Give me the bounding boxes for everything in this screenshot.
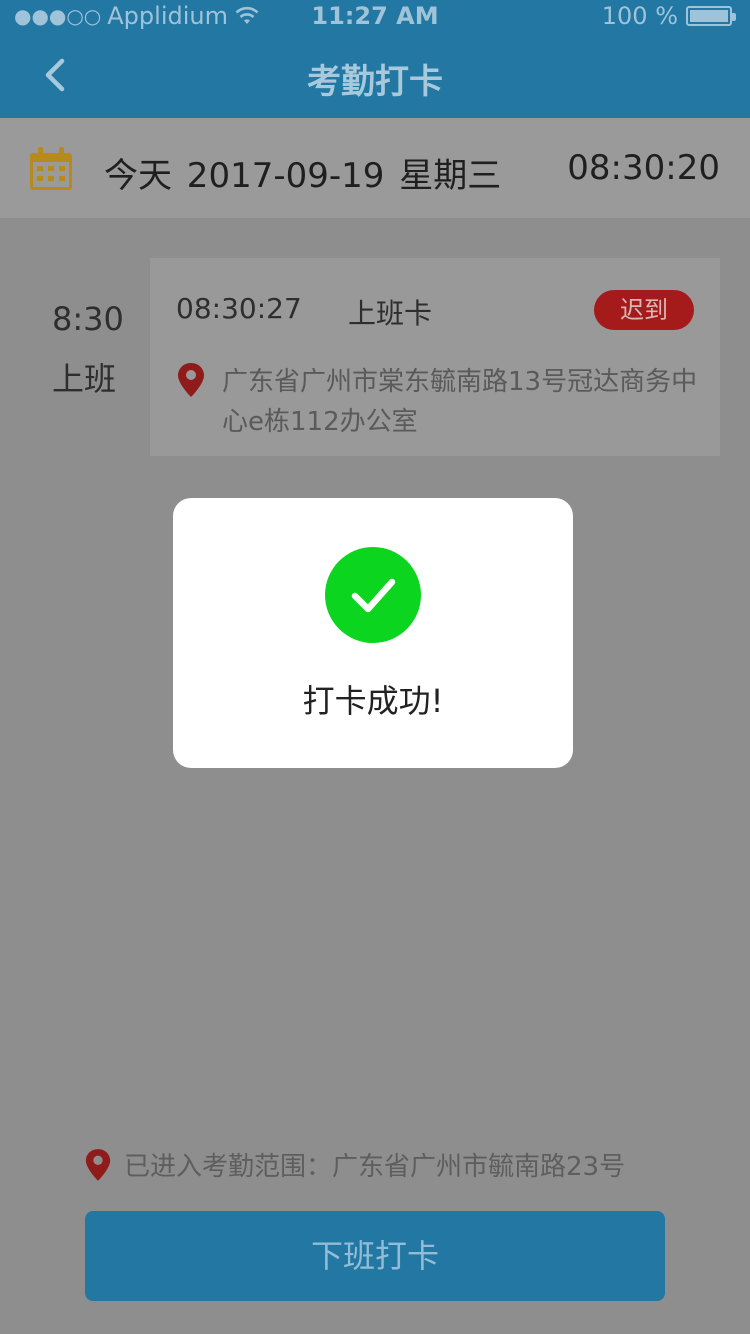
late-badge: 迟到 xyxy=(594,290,694,330)
punch-address: 广东省广州市棠东毓南路13号冠达商务中心e栋112办公室 xyxy=(222,367,698,437)
location-pin-icon xyxy=(178,363,204,397)
current-time: 08:30:20 xyxy=(567,148,720,188)
nav-bar: 考勤打卡 xyxy=(0,32,750,118)
range-text: 已进入考勤范围：广东省广州市毓南路23号 xyxy=(124,1152,626,1182)
success-message: 打卡成功! xyxy=(302,682,444,720)
clock-out-button[interactable]: 下班打卡 xyxy=(85,1211,665,1301)
battery-label: 100 % xyxy=(601,2,678,30)
date-bar: 今天 2017-09-19 星期三 08:30:20 xyxy=(0,118,750,218)
attendance-range: 已进入考勤范围：广东省广州市毓南路23号 xyxy=(84,1146,625,1183)
success-dialog: 打卡成功! xyxy=(173,498,573,768)
page-title: 考勤打卡 xyxy=(307,62,443,102)
battery-icon xyxy=(686,6,736,26)
date-label: 今天 2017-09-19 星期三 xyxy=(104,156,502,196)
shift-time: 8:30 xyxy=(52,300,124,338)
checkmark-icon xyxy=(351,578,396,613)
punch-time: 08:30:27 xyxy=(176,292,302,325)
header: ●●●○○ Applidium 11:27 AM 100 % 考勤打卡 xyxy=(0,0,750,118)
shift-label: 上班 xyxy=(52,360,117,398)
punch-type: 上班卡 xyxy=(348,297,433,330)
punch-record-card: 08:30:27 上班卡 迟到 广东省广州市棠东毓南路13号冠达商务中心e栋11… xyxy=(150,258,720,456)
calendar-icon xyxy=(30,147,72,190)
battery-area: 100 % xyxy=(601,2,736,30)
success-check-icon xyxy=(325,547,421,643)
location-pin-icon xyxy=(85,1148,111,1181)
status-bar: ●●●○○ Applidium 11:27 AM 100 % xyxy=(0,0,750,32)
